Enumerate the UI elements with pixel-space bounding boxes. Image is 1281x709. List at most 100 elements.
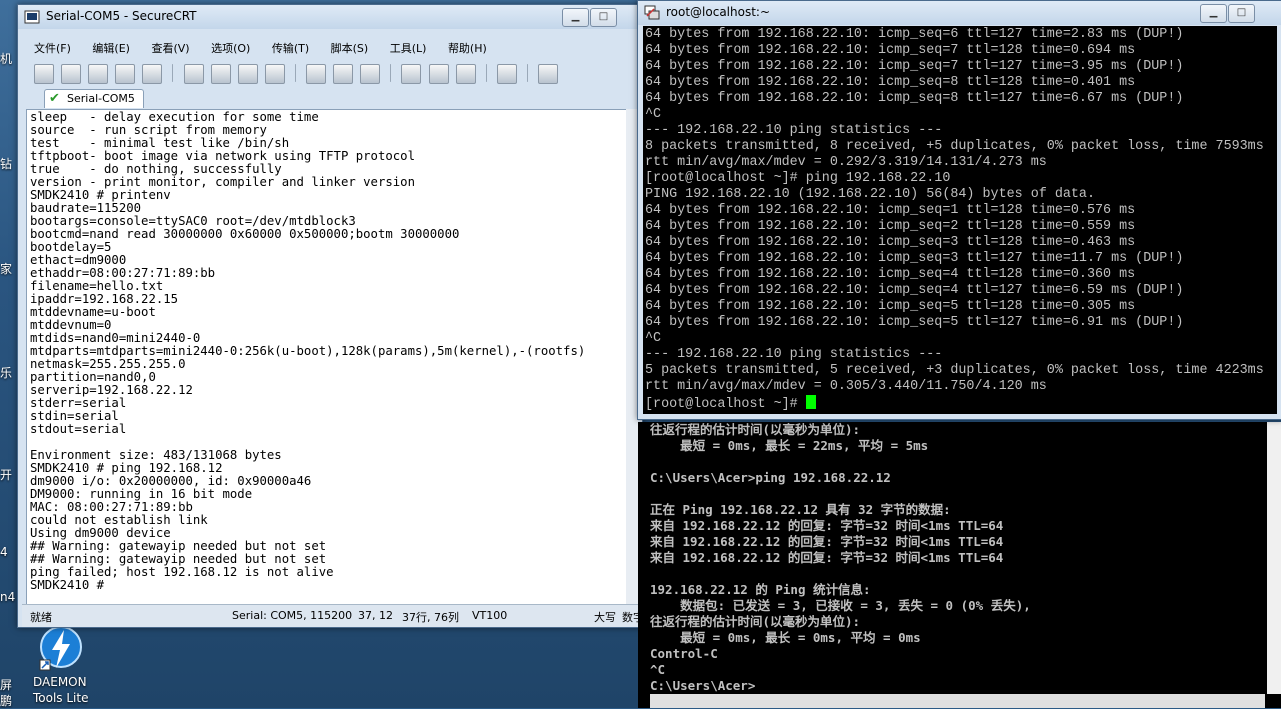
terminal-line: 8 packets transmitted, 8 received, +5 du… [645,139,1264,154]
connect-tab-icon[interactable] [88,64,109,84]
status-bar: 就绪 Serial: COM5, 115200 37, 12 37行, 76列 … [22,604,644,627]
cmd-terminal-text: 往返行程的估计时间(以毫秒为单位): 最短 = 0ms, 最长 = 22ms, … [638,422,1281,694]
terminal-line: 数据包: 已发送 = 3, 已接收 = 3, 丢失 = 0 (0% 丢失), [680,598,1031,613]
terminal-line: 来自 192.168.22.12 的回复: 字节=32 时间<1ms TTL=6… [650,518,1004,533]
terminal-line: 64 bytes from 192.168.22.10: icmp_seq=5 … [645,315,1184,330]
menu-bar: 文件(F) 编辑(E) 查看(V) 选项(O) 传输(T) 脚本(S) 工具(L… [22,39,638,59]
securecrt-app-icon [24,10,40,24]
terminal-line: ethact=dm9000 [30,253,127,267]
minimize-button[interactable]: ▁ [562,8,589,27]
toolbar-separator [172,64,174,82]
terminal-line: stdin=serial [30,409,119,423]
copy-paste-icon[interactable] [237,64,258,84]
terminal-line: ## Warning: gatewayip needed but not set [30,539,327,553]
menu-edit[interactable]: 编辑(E) [92,39,130,59]
menu-options[interactable]: 选项(O) [211,39,250,59]
print-screen-icon[interactable] [306,64,327,84]
terminal-line: 64 bytes from 192.168.22.10: icmp_seq=4 … [645,283,1184,298]
terminal-line: 192.168.22.12 的 Ping 统计信息: [650,582,871,597]
connected-check-icon: ✔ [49,91,60,106]
print-icon[interactable] [360,64,381,84]
desktop-label: 家 [0,262,13,276]
copy-icon[interactable] [183,64,204,84]
left-gutter [18,109,26,605]
print-selection-icon[interactable] [333,64,354,84]
menu-tools[interactable]: 工具(L) [390,39,427,59]
paste-icon[interactable] [210,64,231,84]
terminal-line: 64 bytes from 192.168.22.10: icmp_seq=3 … [645,251,1184,266]
terminal-line: bootargs=console=ttySAC0 root=/dev/mtdbl… [30,214,356,228]
daemon-tools-icon [39,626,82,671]
terminal-line: 64 bytes from 192.168.22.10: icmp_seq=7 … [645,43,1136,58]
terminal-line: SMDK2410 # ping 192.168.12 [30,461,223,475]
terminal-line: 64 bytes from 192.168.22.10: icmp_seq=1 … [645,203,1136,218]
terminal-line: 64 bytes from 192.168.22.10: icmp_seq=8 … [645,91,1184,106]
terminal-line: serverip=192.168.22.12 [30,383,193,397]
shell-prompt: [root@localhost ~]# [645,397,806,412]
terminal-line: ^C [645,107,662,122]
keymap-icon[interactable] [455,64,476,84]
terminal-line: ethaddr=08:00:27:71:89:bb [30,266,216,280]
quick-connect-icon[interactable] [61,64,82,84]
maximize-button[interactable]: □ [590,8,617,27]
serial-terminal[interactable]: sleep - delay execution for some time so… [26,109,628,607]
terminal-line: 64 bytes from 192.168.22.10: icmp_seq=6 … [645,27,1184,42]
terminal-line: C:\Users\Acer> [650,678,756,693]
title-bar[interactable]: Serial-COM5 - SecureCRT ▁ □ [18,5,642,29]
terminal-line: 64 bytes from 192.168.22.10: icmp_seq=2 … [645,219,1136,234]
window-title: root@localhost:~ [666,5,771,19]
global-options-icon[interactable] [428,64,449,84]
session-tab-bar: ✔ Serial-COM5 [22,89,638,108]
terminal-line: --- 192.168.22.10 ping statistics --- [645,123,943,138]
terminal-line: 64 bytes from 192.168.22.10: icmp_seq=3 … [645,235,1136,250]
terminal-line: 64 bytes from 192.168.22.10: icmp_seq=5 … [645,299,1136,314]
menu-view[interactable]: 查看(V) [151,39,189,59]
terminal-line: 来自 192.168.22.12 的回复: 字节=32 时间<1ms TTL=6… [650,550,1004,565]
securecrt-window: Serial-COM5 - SecureCRT ▁ □ 文件(F) 编辑(E) … [17,4,644,628]
connect-icon[interactable] [34,64,54,84]
reconnect-icon[interactable] [115,64,136,84]
terminal-line: ^C [650,662,666,677]
maximize-button[interactable]: □ [1228,4,1255,23]
help-icon[interactable] [496,64,517,84]
daemon-tools-label-1: DAEMON [33,675,87,689]
desktop-label: n4 [0,590,16,604]
desktop-label: 4 [0,545,8,559]
daemon-tools-label-2: Tools Lite [33,691,89,705]
terminal-line: bootcmd=nand read 30000000 0x60000 0x500… [30,227,460,241]
cmd-window[interactable]: 往返行程的估计时间(以毫秒为单位): 最短 = 0ms, 最长 = 22ms, … [638,422,1281,708]
toolbar-separator [485,64,487,82]
terminal-line: ## Warning: gatewayip needed but not set [30,552,327,566]
terminal-line: tftpboot- boot image via network using T… [30,149,415,163]
tab-serial-com5[interactable]: ✔ Serial-COM5 [44,89,144,108]
menu-script[interactable]: 脚本(S) [331,39,369,59]
menu-help[interactable]: 帮助(H) [448,39,487,59]
terminal-line: filename=hello.txt [30,279,164,293]
title-bar[interactable]: root@localhost:~ ▁ □ [638,1,1281,25]
toolbar-separator [390,64,392,82]
desktop-label: 乐 [0,366,13,380]
sftp-icon[interactable] [537,64,558,84]
find-icon[interactable] [264,64,285,84]
terminal-cursor [805,395,816,409]
status-cursor: 37, 12 [358,609,393,622]
status-serial: Serial: COM5, 115200 [232,609,353,622]
ssh-terminal-text: 64 bytes from 192.168.22.10: icmp_seq=6 … [643,26,1277,414]
session-options-icon[interactable] [401,64,422,84]
minimize-button[interactable]: ▁ [1200,4,1227,23]
terminal-line: test - minimal test like /bin/sh [30,136,290,150]
menu-transfer[interactable]: 传输(T) [272,39,309,59]
terminal-line: --- 192.168.22.10 ping statistics --- [645,347,943,362]
status-emulation: VT100 [472,609,508,622]
terminal-line: Control-C [650,646,718,661]
serial-terminal-text: sleep - delay execution for some time so… [27,110,627,593]
menu-file[interactable]: 文件(F) [34,39,71,59]
terminal-line: C:\Users\Acer>ping 192.168.22.12 [650,470,891,485]
cmd-vertical-scrollbar[interactable] [1267,422,1281,694]
disconnect-icon[interactable] [142,64,163,84]
desktop-label: 鹏 [0,694,13,708]
terminal-line: MAC: 08:00:27:71:89:bb [30,500,193,514]
cmd-horizontal-scrollbar[interactable] [650,694,1265,708]
ssh-terminal[interactable]: 64 bytes from 192.168.22.10: icmp_seq=6 … [643,26,1277,414]
terminal-line: DM9000: running in 16 bit mode [30,487,253,501]
